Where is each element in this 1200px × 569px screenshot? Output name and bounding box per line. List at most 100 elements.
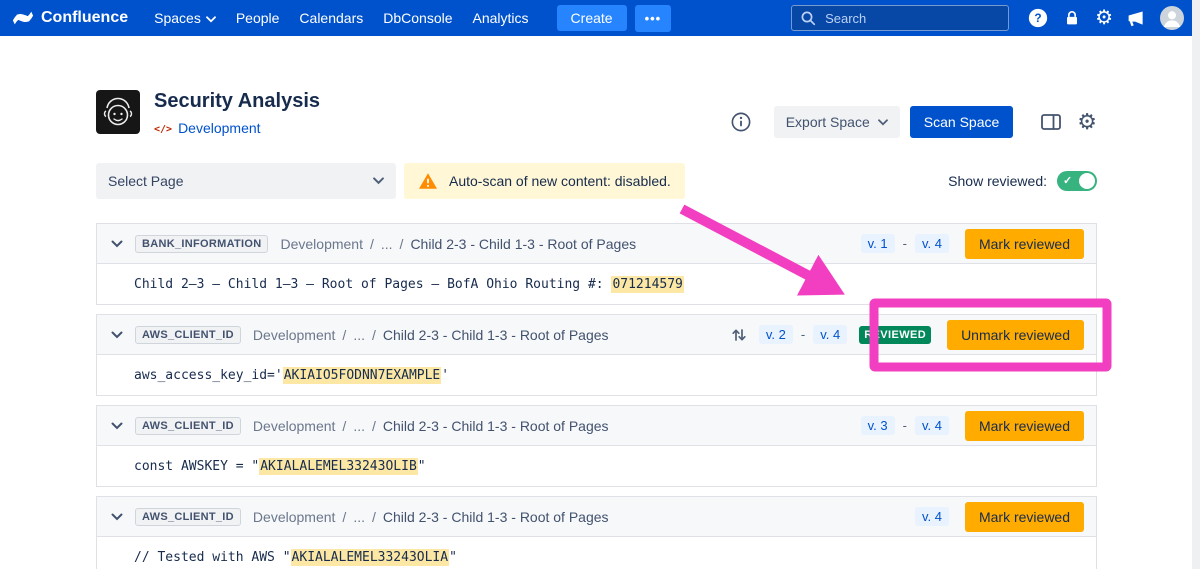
- autoscan-warning-banner: Auto-scan of new content: disabled.: [404, 163, 685, 199]
- toggle-knob: [1079, 173, 1095, 189]
- confluence-app: Confluence Spaces People Calendars DbCon…: [0, 0, 1200, 569]
- nav-item-label: DbConsole: [383, 10, 452, 26]
- nav-item-people[interactable]: People: [226, 0, 290, 36]
- panels-icon[interactable]: [1039, 110, 1063, 134]
- breadcrumb-page[interactable]: Child 2-3 - Child 1-3 - Root of Pages: [383, 418, 609, 434]
- mark-reviewed-button[interactable]: Mark reviewed: [965, 502, 1084, 532]
- breadcrumb-space[interactable]: Development: [253, 418, 336, 434]
- finding-card: BANK_INFORMATION Development / ... / Chi…: [96, 223, 1097, 305]
- export-space-button[interactable]: Export Space: [774, 106, 900, 138]
- breadcrumb-page[interactable]: Child 2-3 - Child 1-3 - Root of Pages: [410, 236, 636, 252]
- warning-icon: [418, 172, 438, 190]
- toolbar: Select Page Auto-scan of new content: di…: [96, 163, 1097, 199]
- breadcrumb-separator: /: [370, 236, 374, 252]
- breadcrumb-ellipsis[interactable]: ...: [381, 236, 393, 252]
- breadcrumb-separator: /: [342, 418, 346, 434]
- version-from-chip[interactable]: v. 1: [861, 234, 895, 253]
- finding-content: aws_access_key_id='AKIAIO5FODNN7EXAMPLE': [97, 355, 1096, 395]
- warning-text: Auto-scan of new content: disabled.: [449, 173, 671, 189]
- nav-item-label: Calendars: [299, 10, 363, 26]
- nav-icon-group: ? ⚙: [1027, 6, 1184, 30]
- finding-card: AWS_CLIENT_ID Development / ... / Child …: [96, 496, 1097, 569]
- code-text: ": [449, 550, 457, 565]
- version-to-chip[interactable]: v. 4: [813, 325, 847, 344]
- code-text: const AWSKEY = ": [134, 459, 259, 474]
- lock-icon[interactable]: [1062, 8, 1082, 29]
- breadcrumb-space[interactable]: Development: [253, 327, 336, 343]
- breadcrumb-separator: /: [372, 327, 376, 343]
- finding-actions: v. 3 - v. 4 Mark reviewed: [861, 411, 1084, 441]
- scan-space-button[interactable]: Scan Space: [910, 106, 1014, 138]
- chevron-down-icon[interactable]: [111, 513, 123, 521]
- code-text: ': [441, 368, 449, 383]
- version-dash: -: [801, 327, 805, 342]
- header-actions: Export Space Scan Space ⚙: [730, 106, 1097, 138]
- space-link[interactable]: Development: [178, 120, 261, 136]
- info-icon[interactable]: [730, 111, 752, 133]
- chevron-down-icon: [206, 16, 216, 23]
- breadcrumb-page[interactable]: Child 2-3 - Child 1-3 - Root of Pages: [383, 509, 609, 525]
- svg-text:?: ?: [1034, 11, 1041, 25]
- settings-gear-icon[interactable]: ⚙: [1077, 111, 1097, 133]
- show-reviewed-toggle[interactable]: ✓: [1057, 171, 1097, 191]
- help-icon[interactable]: ?: [1027, 7, 1049, 29]
- nav-item-dbconsole[interactable]: DbConsole: [373, 0, 462, 36]
- chevron-down-icon[interactable]: [111, 422, 123, 430]
- unmark-reviewed-button[interactable]: Unmark reviewed: [947, 320, 1084, 350]
- breadcrumb-ellipsis[interactable]: ...: [353, 418, 365, 434]
- nav-item-label: Analytics: [473, 10, 529, 26]
- chevron-down-icon[interactable]: [111, 240, 123, 248]
- scrollbar-track[interactable]: [1192, 0, 1200, 569]
- nav-item-spaces[interactable]: Spaces: [144, 0, 226, 36]
- version-to-chip[interactable]: v. 4: [915, 507, 949, 526]
- finding-header: AWS_CLIENT_ID Development / ... / Child …: [97, 315, 1096, 355]
- breadcrumb-separator: /: [372, 418, 376, 434]
- version-to-chip[interactable]: v. 4: [915, 234, 949, 253]
- mark-reviewed-button[interactable]: Mark reviewed: [965, 411, 1084, 441]
- gear-icon[interactable]: ⚙: [1095, 8, 1113, 28]
- select-page-dropdown[interactable]: Select Page: [96, 163, 396, 199]
- finding-actions: v. 1 - v. 4 Mark reviewed: [861, 229, 1084, 259]
- breadcrumb-ellipsis[interactable]: ...: [353, 509, 365, 525]
- avatar[interactable]: [1160, 6, 1184, 30]
- version-from-chip[interactable]: v. 2: [759, 325, 793, 344]
- breadcrumb-ellipsis[interactable]: ...: [353, 327, 365, 343]
- select-page-value: Select Page: [108, 173, 184, 189]
- secret-highlight: AKIALALEMEL33243OLIA: [291, 549, 450, 566]
- confluence-logo[interactable]: Confluence: [12, 7, 128, 29]
- finding-header: AWS_CLIENT_ID Development / ... / Child …: [97, 497, 1096, 537]
- breadcrumb: Development / ... / Child 2-3 - Child 1-…: [253, 509, 609, 525]
- version-to-chip[interactable]: v. 4: [915, 416, 949, 435]
- mark-reviewed-button[interactable]: Mark reviewed: [965, 229, 1084, 259]
- search-box[interactable]: [791, 5, 1009, 31]
- breadcrumb: Development / ... / Child 2-3 - Child 1-…: [253, 418, 609, 434]
- space-avatar[interactable]: [96, 90, 140, 134]
- breadcrumb-separator: /: [400, 236, 404, 252]
- findings-list: BANK_INFORMATION Development / ... / Chi…: [96, 223, 1097, 569]
- breadcrumb-page[interactable]: Child 2-3 - Child 1-3 - Root of Pages: [383, 327, 609, 343]
- megaphone-icon[interactable]: [1126, 8, 1147, 29]
- nav-item-calendars[interactable]: Calendars: [289, 0, 373, 36]
- finding-actions: v. 4 Mark reviewed: [915, 502, 1084, 532]
- main-content: Security Analysis Development Export Spa…: [96, 90, 1097, 569]
- more-button[interactable]: •••: [635, 5, 672, 32]
- create-button[interactable]: Create: [557, 5, 627, 31]
- brand-name: Confluence: [41, 9, 128, 27]
- finding-header: BANK_INFORMATION Development / ... / Chi…: [97, 224, 1096, 264]
- nav-item-label: Spaces: [154, 10, 201, 26]
- nav-item-label: People: [236, 10, 280, 26]
- nav-item-analytics[interactable]: Analytics: [463, 0, 539, 36]
- title-block: Security Analysis Development: [154, 90, 320, 137]
- chevron-down-icon: [373, 177, 384, 185]
- version-from-chip[interactable]: v. 3: [861, 416, 895, 435]
- chevron-down-icon[interactable]: [111, 331, 123, 339]
- finding-actions: v. 2 - v. 4 REVIEWED Unmark reviewed: [730, 320, 1084, 350]
- breadcrumb-space[interactable]: Development: [280, 236, 363, 252]
- search-input[interactable]: [823, 10, 1000, 27]
- search-icon: [800, 10, 816, 26]
- diff-compare-icon[interactable]: [730, 326, 748, 344]
- show-reviewed-control: Show reviewed: ✓: [948, 171, 1097, 191]
- secret-highlight: AKIAIO5FODNN7EXAMPLE: [283, 367, 442, 384]
- page-title: Security Analysis: [154, 90, 320, 113]
- breadcrumb-space[interactable]: Development: [253, 509, 336, 525]
